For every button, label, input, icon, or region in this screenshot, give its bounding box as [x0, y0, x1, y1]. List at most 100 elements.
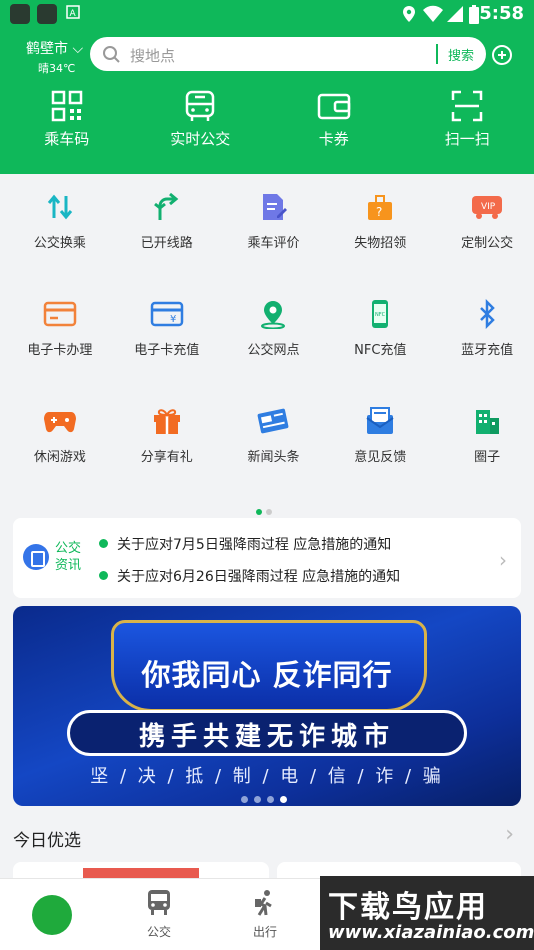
service-feedback[interactable]: 意见反馈 [333, 406, 427, 513]
news-ticker[interactable]: 公交 资讯 关于应对7月5日强降雨过程 应急措施的通知 关于应对6月26日强降雨… [13, 518, 521, 598]
search-divider [436, 44, 438, 64]
banner-title: 你我同心 反诈同行 [141, 658, 393, 692]
nav-scan[interactable]: 扫一扫 [401, 90, 534, 160]
svg-text:?: ? [376, 205, 382, 219]
service-label: 公交网点 [247, 343, 300, 358]
location-icon [261, 301, 286, 329]
clock: 5:58 [479, 3, 524, 24]
chevron-down-icon: ⌵ [72, 41, 84, 57]
watermark-title: 下载鸟应用 [328, 890, 488, 925]
news-icon [23, 544, 49, 570]
qr-code-icon [51, 90, 82, 122]
banner-indicator [241, 788, 293, 806]
home-logo-icon [32, 895, 108, 940]
service-label: 休闲游戏 [33, 450, 86, 465]
svg-text:¥: ¥ [170, 314, 176, 325]
card-topup-icon: ¥ [150, 301, 183, 327]
lost-found-icon: ? [368, 195, 393, 220]
service-ecard-apply[interactable]: 电子卡办理 [13, 299, 107, 406]
route-icon [153, 192, 179, 220]
header: 鹤壁市 ⌵ 晴34℃ 搜地点 搜索 乘车码 实时公交 卡券 扫一扫 [0, 28, 534, 174]
service-community[interactable]: 圈子 [440, 406, 534, 513]
nav-realtime-bus[interactable]: 实时公交 [134, 90, 268, 160]
nav-label: 乘车码 [44, 130, 90, 148]
tab-home[interactable] [0, 879, 108, 950]
app-notification-icon [37, 4, 57, 24]
nfc-icon: NFC [372, 300, 389, 328]
news-label: 公交 资讯 [55, 541, 82, 573]
service-label: 分享有礼 [140, 450, 193, 465]
service-bluetooth-topup[interactable]: 蓝牙充值 [440, 299, 534, 406]
gift-icon [153, 409, 180, 434]
nav-label: 卡券 [318, 130, 349, 148]
wallet-icon [317, 93, 350, 120]
service-label: 意见反馈 [354, 450, 407, 465]
service-open-routes[interactable]: 已开线路 [120, 192, 214, 299]
svg-text:VIP: VIP [481, 202, 496, 212]
scan-icon [452, 90, 483, 122]
service-games[interactable]: 休闲游戏 [13, 406, 107, 513]
service-label: 公交换乘 [33, 236, 86, 251]
service-label: 电子卡充值 [134, 343, 200, 358]
chevron-right-icon[interactable]: › [499, 548, 507, 572]
tab-bus[interactable]: 公交 [106, 879, 212, 950]
search-input[interactable]: 搜地点 [130, 45, 175, 66]
service-bus-outlets[interactable]: 公交网点 [227, 299, 321, 406]
svg-text:NFC: NFC [375, 312, 386, 318]
nav-label: 扫一扫 [444, 130, 490, 148]
nav-ride-code[interactable]: 乘车码 [0, 90, 134, 160]
watermark-url: www.xiazainiao.com [328, 922, 534, 943]
bus-icon [148, 890, 170, 915]
location-pin-icon [403, 6, 415, 22]
bluetooth-icon [480, 299, 495, 329]
search-button[interactable]: 搜索 [448, 45, 474, 64]
bus-icon [186, 90, 215, 121]
gamepad-icon [43, 412, 76, 433]
service-ride-review[interactable]: 乘车评价 [227, 192, 321, 299]
vip-bus-icon: VIP [472, 196, 503, 219]
city-selector[interactable]: 鹤壁市 ⌵ [26, 38, 83, 58]
search-bar[interactable]: 搜地点 搜索 [90, 37, 486, 71]
service-label: 乘车评价 [247, 236, 300, 251]
promo-banner[interactable]: 你我同心 反诈同行 携手共建无诈城市 坚 / 决 / 抵 / 制 / 电 / 信… [13, 606, 521, 806]
service-ecard-topup[interactable]: ¥ 电子卡充值 [120, 299, 214, 406]
service-lost-found[interactable]: ? 失物招领 [333, 192, 427, 299]
walk-icon [255, 890, 272, 916]
wifi-icon [423, 5, 443, 22]
community-icon [476, 410, 500, 434]
weather-label: 晴34℃ [38, 62, 76, 75]
tab-label: 出行 [252, 925, 277, 939]
service-label: 圈子 [474, 450, 501, 465]
tab-travel[interactable]: 出行 [212, 879, 318, 950]
service-label: 失物招领 [354, 236, 407, 251]
news-item[interactable]: 关于应对7月5日强降雨过程 应急措施的通知 [98, 534, 391, 554]
news-icon [258, 408, 289, 434]
service-label: 电子卡办理 [27, 343, 93, 358]
service-label: 已开线路 [140, 236, 193, 251]
news-item[interactable]: 关于应对6月26日强降雨过程 应急措施的通知 [98, 566, 400, 586]
svg-text:A: A [70, 9, 77, 19]
search-icon [103, 46, 120, 63]
banner-subtitle: 携手共建无诈城市 [138, 722, 395, 752]
tab-label: 公交 [146, 925, 171, 939]
add-icon[interactable] [492, 45, 512, 65]
nav-coupons[interactable]: 卡券 [267, 90, 401, 160]
service-bus-transfer[interactable]: 公交换乘 [13, 192, 107, 299]
page-indicator [256, 500, 276, 519]
services-panel: 公交换乘 已开线路 乘车评价 ? 失物招领 VIP 定制公交 电子卡办理 ¥ 电… [0, 174, 534, 514]
service-label: NFC充值 [354, 343, 407, 358]
font-icon: A [66, 5, 80, 19]
chevron-right-icon[interactable]: › [505, 822, 514, 847]
top-nav: 乘车码 实时公交 卡券 扫一扫 [0, 90, 534, 160]
review-icon [263, 194, 288, 220]
battery-icon [469, 5, 479, 24]
service-share-gift[interactable]: 分享有礼 [120, 406, 214, 513]
service-custom-bus[interactable]: VIP 定制公交 [440, 192, 534, 299]
service-headlines[interactable]: 新闻头条 [227, 406, 321, 513]
watermark-logo: 下载鸟应用 www.xiazainiao.com [320, 876, 534, 950]
services-grid: 公交换乘 已开线路 乘车评价 ? 失物招领 VIP 定制公交 电子卡办理 ¥ 电… [0, 192, 534, 513]
feedback-icon [366, 407, 394, 434]
service-nfc-topup[interactable]: NFC NFC充值 [333, 299, 427, 406]
section-title: 今日优选 [13, 831, 81, 851]
nav-label: 实时公交 [170, 130, 231, 148]
